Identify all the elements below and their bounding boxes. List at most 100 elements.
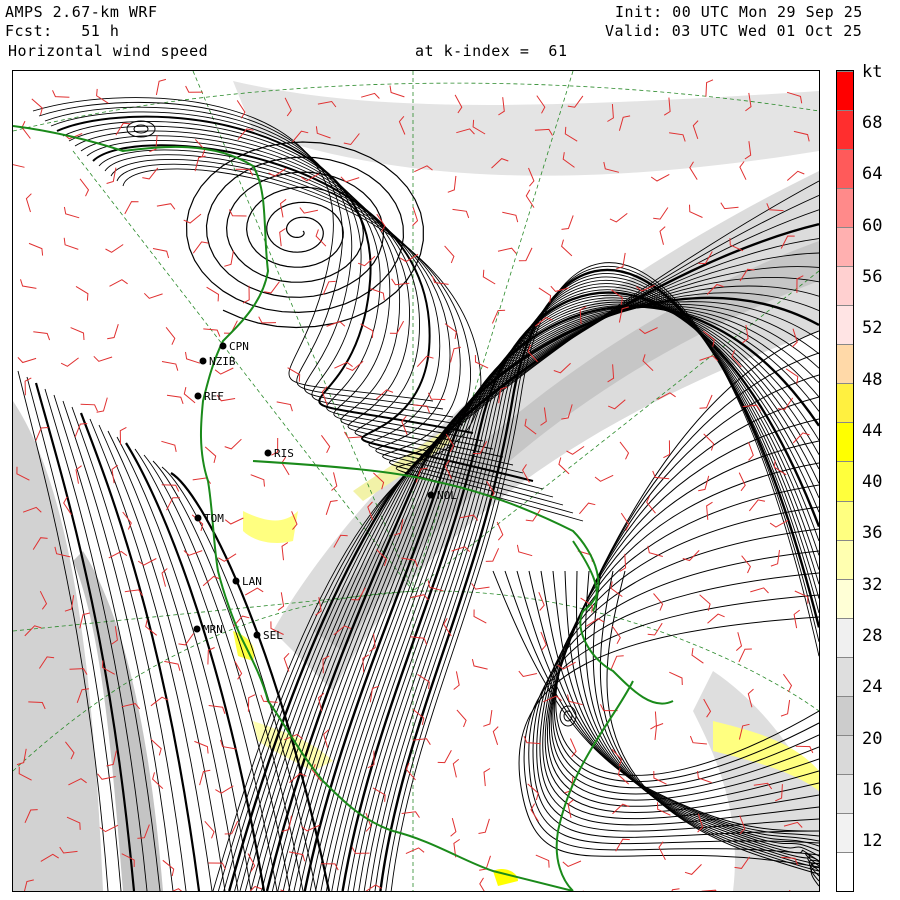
wind-barb — [192, 241, 209, 254]
wind-barb — [474, 354, 489, 369]
wind-barb — [214, 367, 234, 375]
wind-barb — [242, 285, 250, 304]
wind-barb — [619, 441, 630, 460]
station-dot — [193, 625, 201, 633]
wind-barb — [452, 758, 460, 778]
wind-barb — [362, 654, 370, 673]
wind-barb — [658, 841, 666, 861]
wind-barb — [525, 189, 535, 208]
wind-barb — [224, 517, 244, 525]
wind-barb — [63, 206, 80, 219]
wind-barb — [108, 550, 128, 559]
wind-barb — [444, 245, 455, 264]
wind-barb — [416, 355, 434, 368]
wind-barb — [483, 710, 493, 727]
wind-barb — [720, 202, 739, 210]
station-label: REF — [204, 390, 224, 403]
colorbar-segment — [837, 305, 853, 345]
wind-barb — [659, 226, 666, 245]
speed-band-north — [233, 81, 819, 176]
wind-barb — [315, 229, 327, 247]
wind-barb — [538, 287, 552, 303]
wind-barb — [705, 79, 714, 97]
wind-barb — [741, 555, 751, 574]
colorbar-segment — [837, 149, 853, 189]
colorbar-label: 16 — [862, 779, 883, 800]
colorbar-unit: kt — [862, 62, 883, 82]
wind-barb — [124, 201, 139, 215]
wind-barb — [650, 711, 657, 730]
wind-barb — [538, 592, 545, 611]
colorbar-segment — [837, 227, 853, 267]
wind-barb — [111, 464, 118, 484]
wind-barb — [653, 207, 669, 220]
wind-barb — [28, 242, 44, 256]
wind-barb — [647, 545, 663, 557]
wind-barb — [280, 889, 285, 891]
wind-barb — [663, 440, 671, 459]
wind-barb — [107, 324, 119, 340]
station-label: LAN — [242, 575, 262, 588]
wind-barb — [389, 320, 405, 334]
wind-barb — [80, 403, 98, 412]
wind-barb — [739, 161, 747, 180]
colorbar-label: 48 — [862, 369, 883, 390]
wind-barb — [523, 736, 541, 745]
wind-barb — [594, 474, 614, 482]
wind-barb — [79, 178, 90, 197]
wind-barb — [701, 889, 717, 891]
wind-barb — [162, 859, 175, 877]
wind-barb — [96, 88, 109, 104]
wind-barb — [785, 368, 799, 384]
wind-barb — [264, 281, 280, 294]
wind-barb — [795, 745, 814, 754]
streamline — [126, 120, 156, 138]
station-dot — [427, 491, 435, 499]
wind-barb — [412, 738, 431, 745]
wind-barb — [208, 705, 226, 714]
wind-barb — [691, 648, 704, 664]
wind-barb — [320, 435, 331, 454]
wind-barb — [610, 655, 624, 670]
wind-barb — [183, 386, 196, 404]
station-dot — [194, 392, 202, 400]
wind-barb — [483, 768, 491, 787]
wind-barb — [204, 820, 215, 839]
forecast-hour: Fcst: 51 h — [5, 22, 120, 40]
wind-barb — [502, 211, 519, 223]
wind-barb — [450, 817, 457, 837]
wind-barb — [283, 652, 290, 672]
wind-barb — [452, 208, 470, 219]
station-label: CPN — [229, 340, 249, 353]
colorbar-segment — [837, 812, 853, 852]
station-dot — [264, 449, 272, 457]
colorbar-segment — [837, 383, 853, 423]
wind-barb — [20, 279, 37, 289]
wind-barb — [166, 394, 184, 405]
wind-barb — [244, 587, 264, 596]
colorbar-segment — [837, 266, 853, 306]
colorbar-segment — [837, 71, 853, 111]
wind-barb — [558, 457, 570, 475]
colorbar-segment — [837, 539, 853, 579]
wind-barb — [258, 316, 277, 324]
wind-barb — [119, 426, 127, 445]
wind-barb — [579, 502, 596, 515]
speed-band-southeast — [693, 671, 819, 891]
wind-barb — [482, 269, 496, 285]
wind-barb — [749, 499, 766, 512]
colorbar-label: 52 — [862, 318, 883, 339]
wind-barb — [699, 594, 711, 611]
colorbar-label: 64 — [862, 164, 883, 185]
wind-barb — [750, 587, 769, 594]
colorbar-segment — [837, 656, 853, 696]
wind-barb — [21, 120, 31, 139]
wind-barb — [497, 247, 517, 254]
wind-barb — [204, 446, 217, 464]
colorbar-label: 56 — [862, 266, 883, 287]
wind-barb — [149, 135, 158, 153]
wind-barb — [569, 738, 577, 758]
wind-barb — [540, 631, 547, 651]
colorbar-label: 20 — [862, 728, 883, 749]
wind-barb — [770, 549, 780, 567]
